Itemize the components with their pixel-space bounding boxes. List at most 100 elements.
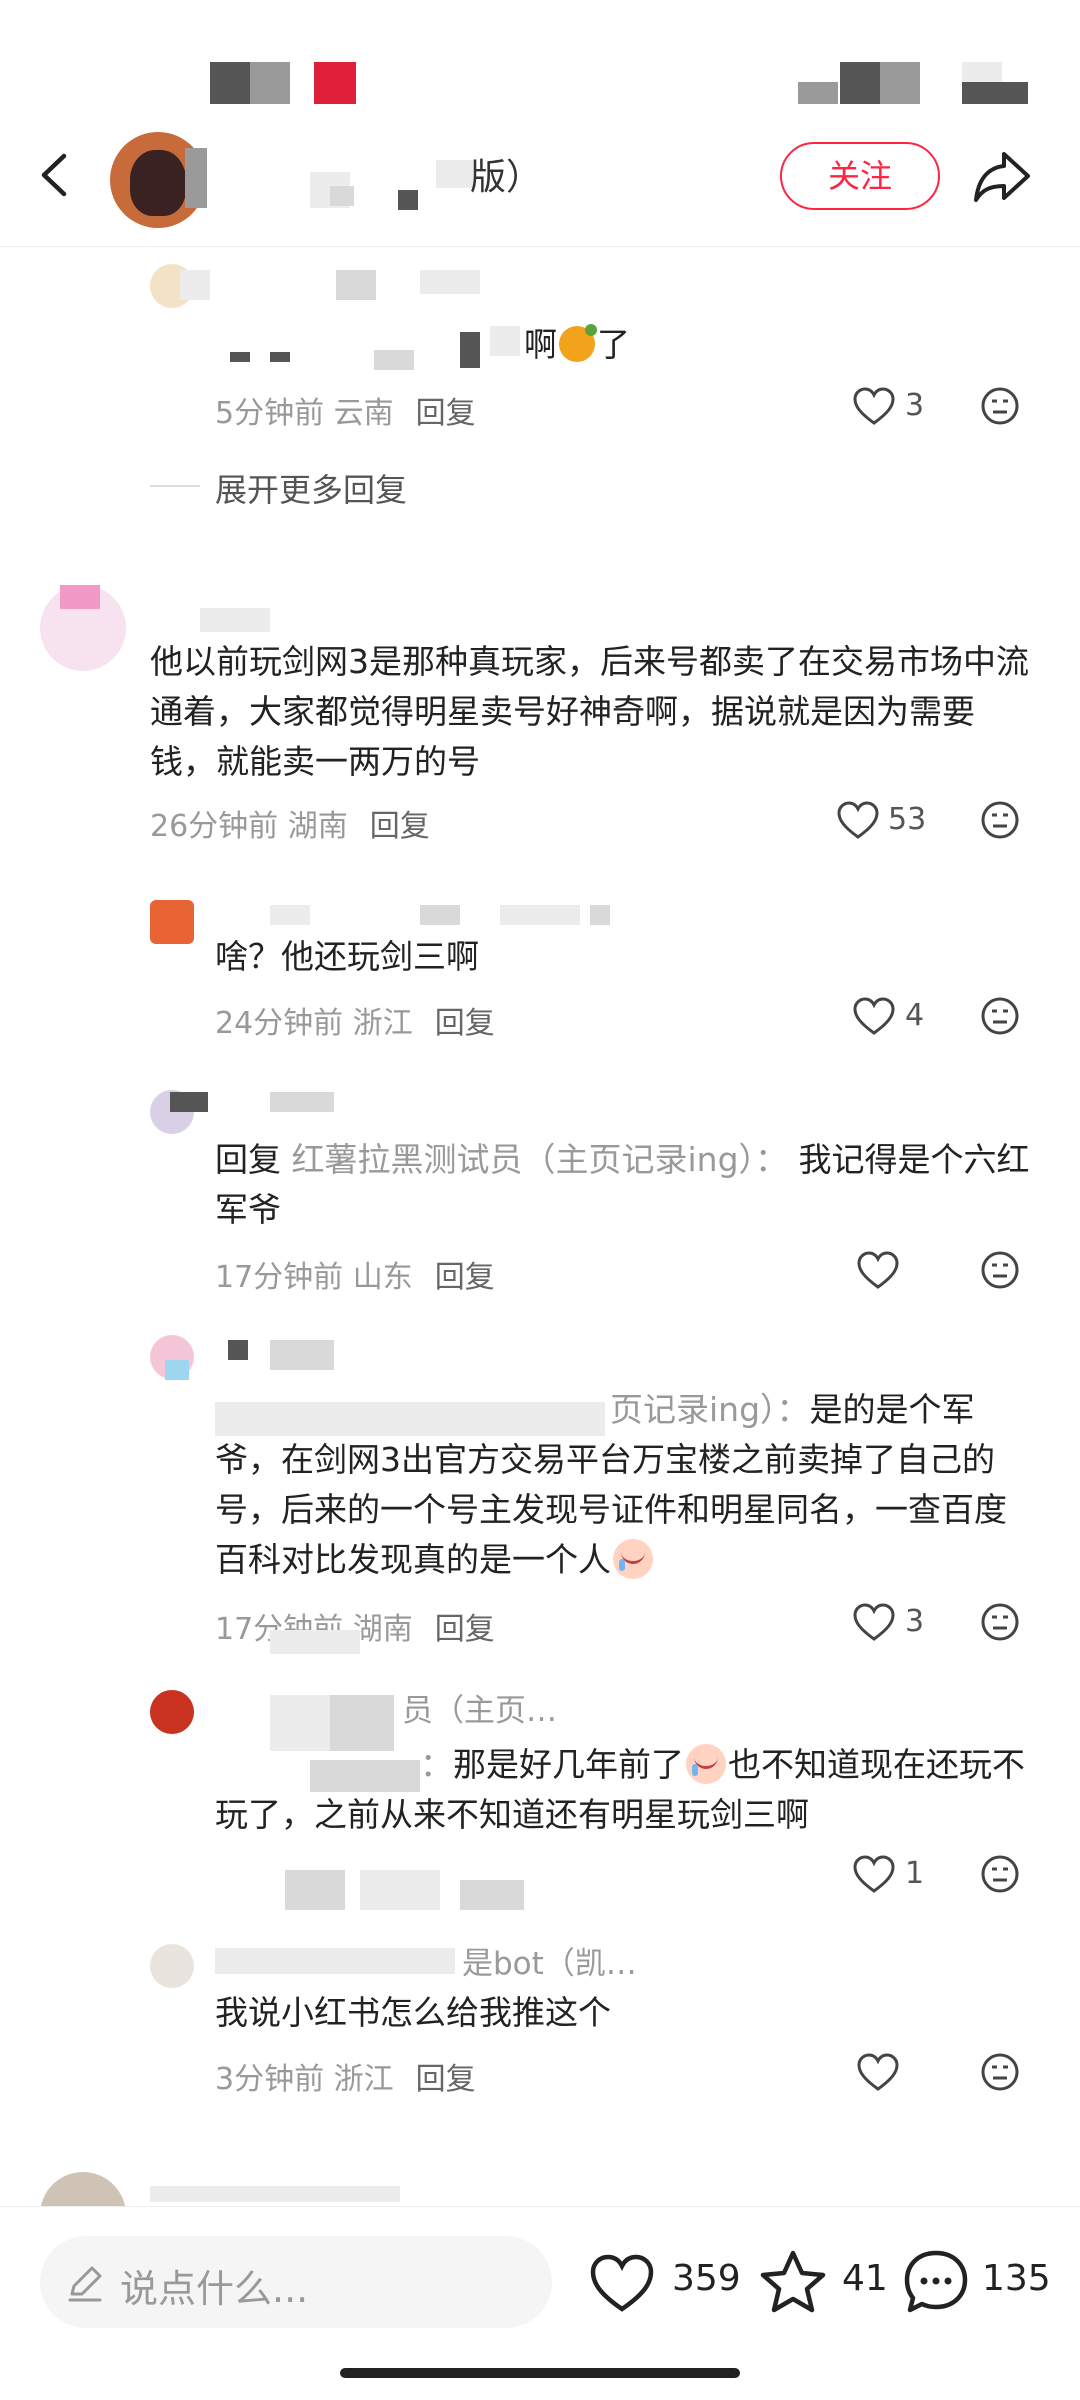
status-battery-redacted bbox=[962, 82, 1028, 104]
reply-link[interactable]: 回复 bbox=[416, 396, 476, 431]
header-divider bbox=[0, 246, 1080, 247]
username-fragment: 员（主页… bbox=[402, 1693, 557, 1729]
reply-link[interactable]: 回复 bbox=[435, 1260, 495, 1295]
comment-text-redacted-5 bbox=[490, 326, 520, 356]
comment-text: ：那是好几年前了 也不知道现在还玩不玩了，之前从来不知道还有明星玩剑三啊 bbox=[215, 1744, 1025, 1834]
heart-outline-icon[interactable] bbox=[852, 1602, 896, 1642]
heart-outline-icon[interactable] bbox=[852, 996, 896, 1036]
quoted-username: 红薯拉黑测试员（主页记录ing）： bbox=[291, 1140, 789, 1179]
neutral-face-icon[interactable] bbox=[980, 386, 1020, 426]
comment-meta: 5分钟前 云南 回复 bbox=[215, 396, 476, 431]
heart-outline-icon[interactable] bbox=[588, 2252, 656, 2314]
username-redacted-3 bbox=[500, 905, 580, 925]
status-wifi-redacted bbox=[880, 62, 920, 104]
quoted-username: 页记录ing）： bbox=[610, 1390, 810, 1429]
expand-divider bbox=[150, 485, 200, 487]
avatar[interactable] bbox=[150, 1944, 194, 1988]
comment-meta: 3分钟前 浙江 回复 bbox=[215, 2062, 476, 2097]
status-notification-icon bbox=[314, 62, 356, 104]
like-count: 3 bbox=[905, 1604, 925, 1639]
avatar[interactable] bbox=[150, 900, 194, 944]
avatar-redacted bbox=[165, 1360, 189, 1380]
pencil-icon bbox=[68, 2266, 102, 2302]
share-arrow-icon[interactable] bbox=[972, 148, 1032, 204]
comment-text-redacted-2 bbox=[270, 352, 290, 362]
author-name-redacted-4 bbox=[398, 190, 418, 210]
like-count: 3 bbox=[905, 388, 925, 423]
username-redacted bbox=[200, 608, 270, 632]
comment-text: 他以前玩剑网3是那种真玩家，后来号都卖了在交易市场中流通着，大家都觉得明星卖号好… bbox=[150, 642, 1029, 781]
mango-emoji bbox=[559, 324, 597, 362]
reply-link[interactable]: 回复 bbox=[416, 2062, 476, 2097]
bottom-divider bbox=[0, 2206, 1080, 2207]
username-redacted-4 bbox=[590, 905, 610, 925]
username-redacted bbox=[180, 270, 210, 300]
author-name-redacted-3 bbox=[330, 186, 354, 206]
comment-text: 啊了 bbox=[524, 324, 630, 364]
status-signal-redacted bbox=[798, 82, 838, 104]
comment-meta: 26分钟前 湖南 回复 bbox=[150, 809, 430, 844]
meta-redacted bbox=[285, 1870, 345, 1910]
author-name-redacted bbox=[185, 148, 207, 208]
home-indicator[interactable] bbox=[340, 2368, 740, 2378]
heart-outline-icon[interactable] bbox=[852, 386, 896, 426]
username-redacted bbox=[150, 2186, 400, 2202]
comment-text-redacted bbox=[230, 352, 250, 362]
neutral-face-icon[interactable] bbox=[980, 2052, 1020, 2092]
neutral-face-icon[interactable] bbox=[980, 1602, 1020, 1642]
avatar[interactable] bbox=[150, 1690, 194, 1734]
comment-text: 回复 红薯拉黑测试员（主页记录ing）： 我记得是个六红军爷 bbox=[215, 1140, 1030, 1229]
heart-outline-icon[interactable] bbox=[852, 1854, 896, 1894]
comment-text-redacted-4 bbox=[460, 332, 480, 368]
meta-redacted-2 bbox=[360, 1870, 440, 1910]
username-redacted bbox=[170, 1092, 208, 1112]
username-redacted-2 bbox=[270, 1092, 334, 1112]
meta-redacted-3 bbox=[460, 1880, 524, 1910]
heart-outline-icon[interactable] bbox=[856, 2052, 900, 2092]
like-count: 4 bbox=[905, 998, 925, 1033]
comment-text: 我说小红书怎么给我推这个 bbox=[215, 1993, 611, 2032]
reply-link[interactable]: 回复 bbox=[435, 1612, 495, 1647]
neutral-face-icon[interactable] bbox=[980, 996, 1020, 1036]
status-time-redacted bbox=[210, 62, 250, 104]
status-time-redacted-2 bbox=[250, 62, 290, 104]
comment-total-count: 135 bbox=[982, 2258, 1051, 2299]
comment-text: 啥？他还玩剑三啊 bbox=[215, 937, 479, 976]
speech-bubble-icon[interactable] bbox=[902, 2248, 970, 2316]
expand-more-replies[interactable]: 展开更多回复 bbox=[215, 465, 407, 511]
status-battery-redacted-2 bbox=[962, 62, 1002, 82]
crying-emoji bbox=[686, 1744, 726, 1784]
username-redacted-2 bbox=[270, 1340, 334, 1370]
crying-emoji bbox=[613, 1539, 653, 1579]
username-redacted bbox=[215, 1948, 455, 1974]
comment-meta: 17分钟前 山东 回复 bbox=[215, 1260, 495, 1295]
like-total-count: 359 bbox=[672, 2258, 741, 2299]
comment-input-placeholder: 说点什么... bbox=[120, 2267, 309, 2311]
username-redacted bbox=[228, 1340, 248, 1360]
comment-text-redacted-3 bbox=[374, 350, 414, 370]
neutral-face-icon[interactable] bbox=[980, 1854, 1020, 1894]
neutral-face-icon[interactable] bbox=[980, 1250, 1020, 1290]
like-count: 1 bbox=[905, 1856, 925, 1891]
heart-outline-icon[interactable] bbox=[856, 1250, 900, 1290]
status-signal-redacted-2 bbox=[840, 62, 880, 104]
username-redacted bbox=[270, 905, 310, 925]
like-count: 53 bbox=[888, 802, 927, 837]
star-outline-icon[interactable] bbox=[758, 2248, 828, 2316]
neutral-face-icon[interactable] bbox=[980, 800, 1020, 840]
avatar-redacted bbox=[60, 585, 100, 609]
chevron-left-icon[interactable] bbox=[30, 150, 80, 200]
meta-redacted bbox=[270, 1630, 360, 1654]
reply-link[interactable]: 回复 bbox=[435, 1006, 495, 1041]
favorite-total-count: 41 bbox=[842, 2258, 888, 2299]
username-redacted-2 bbox=[420, 905, 460, 925]
comment-text: 页记录ing）：是的是个军爷，在剑网3出官方交易平台万宝楼之前卖掉了自己的号，后… bbox=[215, 1390, 1007, 1579]
username-redacted-3 bbox=[420, 270, 480, 294]
reply-link[interactable]: 回复 bbox=[370, 809, 430, 844]
follow-button[interactable]: 关注 bbox=[780, 142, 940, 210]
heart-outline-icon[interactable] bbox=[836, 800, 880, 840]
username-redacted-2 bbox=[336, 270, 376, 300]
username-fragment: 是bot（凯… bbox=[462, 1946, 637, 1982]
comment-meta: 24分钟前 浙江 回复 bbox=[215, 1006, 495, 1041]
author-name-fragment: 版） bbox=[470, 157, 543, 198]
